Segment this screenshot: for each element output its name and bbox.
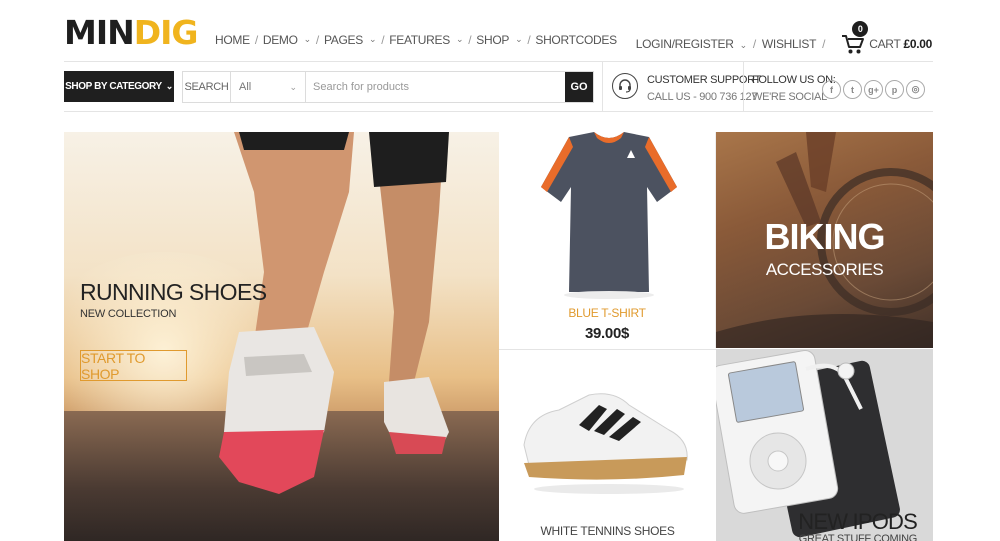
cart-button[interactable]: 0 Cart £0.00 — [841, 21, 932, 55]
tshirt-image — [541, 132, 677, 299]
vertical-divider — [743, 62, 744, 111]
nav-item-pages[interactable]: Pages ⌄ — [323, 33, 377, 47]
twitter-icon[interactable]: t — [843, 80, 862, 99]
login-register-label: Login/Register — [635, 37, 734, 51]
product-tile-blue-tshirt[interactable]: Blue T-Shirt 39.00$ — [499, 132, 716, 348]
site-logo[interactable]: MINDIG — [64, 13, 199, 52]
nav-item-label: Demo — [262, 33, 298, 47]
banner-new-ipods[interactable]: New iPods Great stuff coming — [716, 349, 933, 541]
nav-separator: / — [527, 33, 531, 47]
nav-separator: / — [254, 33, 258, 47]
chevron-down-icon: ⌄ — [515, 33, 523, 44]
chevron-down-icon: ⌄ — [289, 81, 297, 92]
nav-item-demo[interactable]: Demo ⌄ — [263, 33, 311, 47]
shop-by-category-label: Shop by category — [65, 81, 162, 92]
wishlist-link[interactable]: Wishlist — [762, 37, 817, 51]
nav-item-shop[interactable]: Shop ⌄ — [476, 33, 522, 47]
chevron-down-icon: ⌄ — [368, 33, 377, 44]
headset-icon — [612, 73, 638, 99]
category-select[interactable]: All ⌄ — [231, 72, 306, 102]
category-select-value: All — [239, 81, 252, 93]
nav-separator: / — [381, 33, 385, 47]
hero-title: Running Shoes — [80, 279, 267, 305]
product-price: 39.00$ — [584, 325, 630, 342]
biking-title: BIKING — [764, 216, 886, 257]
cart-total: £0.00 — [903, 37, 932, 51]
start-to-shop-button[interactable]: Start to shop — [80, 350, 187, 382]
product-name[interactable]: Blue T-Shirt — [499, 306, 715, 320]
runner-legs-image — [219, 132, 449, 494]
header-divider — [64, 61, 933, 62]
account-bar: Login/Register ⌄ / Wishlist / 0 Cart £0.0… — [636, 21, 932, 55]
vertical-divider — [602, 62, 603, 111]
social-links: f t g+ p ◎ — [822, 80, 927, 99]
nav-item-home[interactable]: Home — [215, 33, 250, 47]
nav-item-features[interactable]: Features ⌄ — [389, 33, 463, 47]
facebook-icon[interactable]: f — [822, 80, 841, 99]
hero-subtitle: New collection — [80, 308, 177, 320]
chevron-down-icon: ⌄ — [165, 81, 174, 91]
ipod-subtitle: Great stuff coming — [798, 533, 918, 541]
search-form: Search All ⌄ GO — [182, 71, 594, 103]
tennis-shoe-image — [523, 393, 688, 494]
cart-label: Cart — [869, 37, 901, 51]
account-separator: / — [752, 37, 756, 51]
instagram-icon[interactable]: ◎ — [906, 80, 925, 99]
nav-item-label: Pages — [323, 33, 363, 47]
nav-item-label: Shortcodes — [535, 33, 617, 47]
cart-icon: 0 — [841, 21, 869, 55]
nav-item-shortcodes[interactable]: Shortcodes — [535, 33, 617, 47]
nav-item-label: Shop — [476, 33, 510, 47]
logo-text-part2: DIG — [133, 13, 199, 52]
search-row-divider — [64, 111, 933, 112]
pinterest-icon[interactable]: p — [885, 80, 904, 99]
product-tile-white-tennis-shoes[interactable]: White Tennins Shoes — [499, 349, 716, 541]
nav-separator: / — [468, 33, 472, 47]
search-input[interactable] — [306, 72, 565, 102]
chevron-down-icon: ⌄ — [455, 33, 464, 44]
search-go-button[interactable]: GO — [565, 72, 593, 102]
ipod-title: New iPods — [798, 509, 918, 534]
logo-text-part1: MIN — [64, 13, 135, 52]
main-nav: Home / Demo ⌄ / Pages ⌄ / Features ⌄ / Shop… — [215, 33, 617, 47]
nav-separator: / — [315, 33, 319, 47]
banner-biking-accessories[interactable]: BIKING ACCESSORIES — [716, 132, 933, 348]
login-register-link[interactable]: Login/Register ⌄ — [636, 37, 747, 51]
customer-support: Customer Support Call us - 900 736 127 — [612, 72, 761, 106]
search-label: Search — [183, 72, 231, 102]
google-plus-icon[interactable]: g+ — [864, 80, 883, 99]
chevron-down-icon: ⌄ — [303, 33, 312, 44]
chevron-down-icon: ⌄ — [739, 40, 748, 50]
cart-count-badge: 0 — [852, 21, 869, 37]
biking-subtitle: ACCESSORIES — [765, 260, 884, 279]
nav-item-label: Home — [215, 33, 250, 47]
account-separator: / — [822, 37, 826, 51]
nav-item-label: Features — [389, 33, 450, 47]
hero-banner-running-shoes[interactable]: Running Shoes New collection Start to sh… — [64, 132, 499, 541]
product-name[interactable]: White Tennins Shoes — [499, 524, 716, 538]
shop-by-category-button[interactable]: Shop by category ⌄ — [64, 71, 174, 102]
